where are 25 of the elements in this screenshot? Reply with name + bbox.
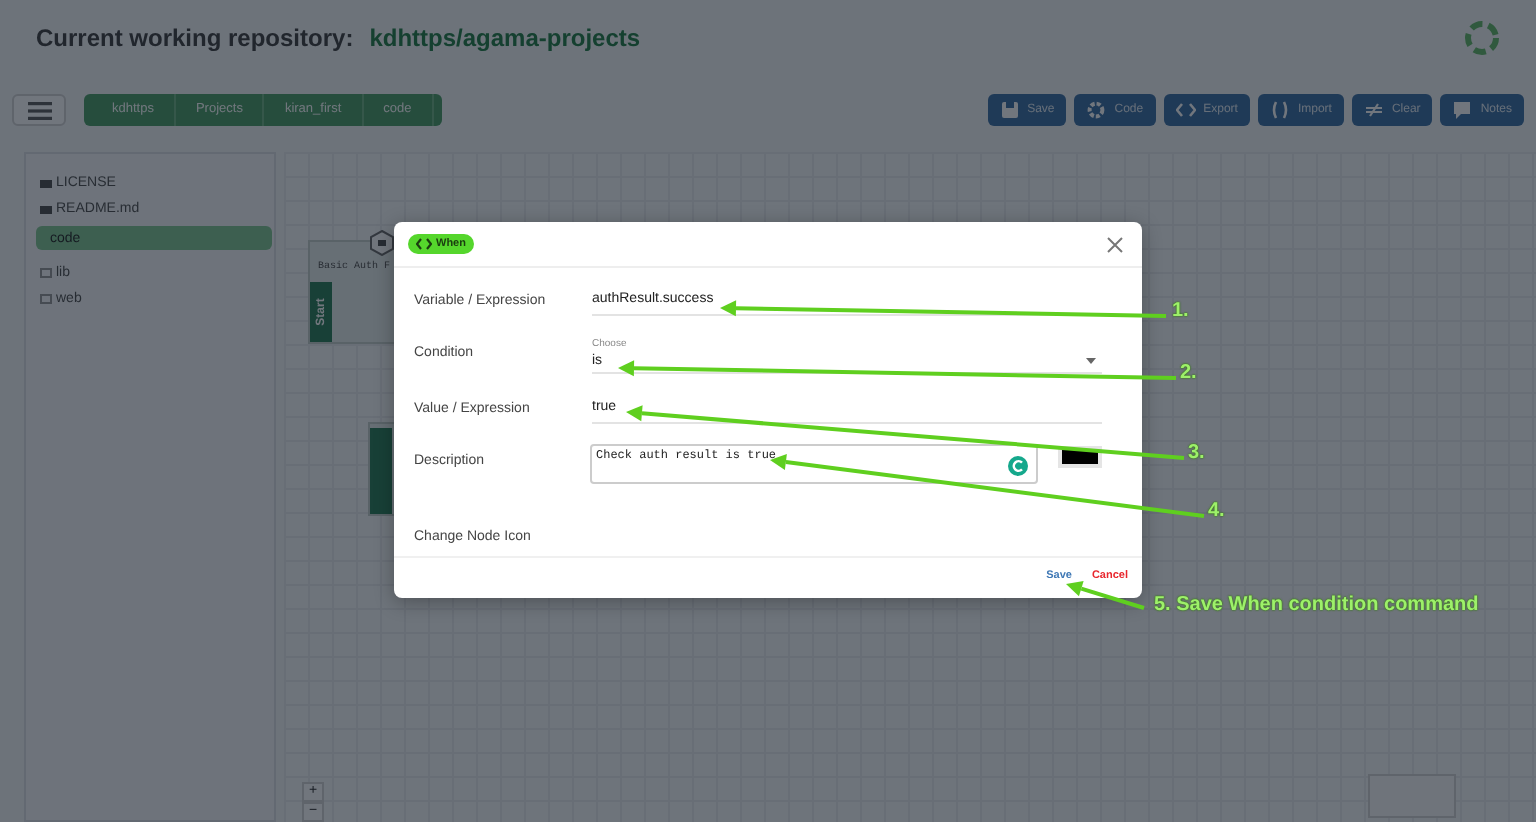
caret-icon [1086,358,1096,365]
braces-icon [1269,100,1290,120]
annotation-arrow [1066,581,1145,610]
code-icon [416,238,432,251]
annotation-label: 2. [1180,362,1197,384]
annotation-label: 4. [1208,500,1225,522]
annotation-label: 5. Save When condition command [1154,594,1479,616]
repository-name: kdhttps/agama-projects [369,24,641,52]
code-icon [1175,100,1196,120]
folder-icon [40,293,52,305]
repository-label: Current working repository: [36,24,354,52]
menu-icon [27,101,51,119]
file-icon [40,203,52,215]
folder-icon [40,267,52,279]
menu-button[interactable] [12,94,66,126]
gear-icon [1086,100,1107,120]
close-icon [1106,235,1124,254]
speech-bubble-icon [1452,100,1473,120]
node-strip [370,428,392,514]
file-icon [40,177,52,189]
save-icon [999,100,1020,120]
annotation-label: 3. [1188,442,1205,464]
grammar-check-icon[interactable] [1008,456,1028,477]
annotation-label: 1. [1172,300,1189,322]
logo-icon [1464,20,1500,56]
